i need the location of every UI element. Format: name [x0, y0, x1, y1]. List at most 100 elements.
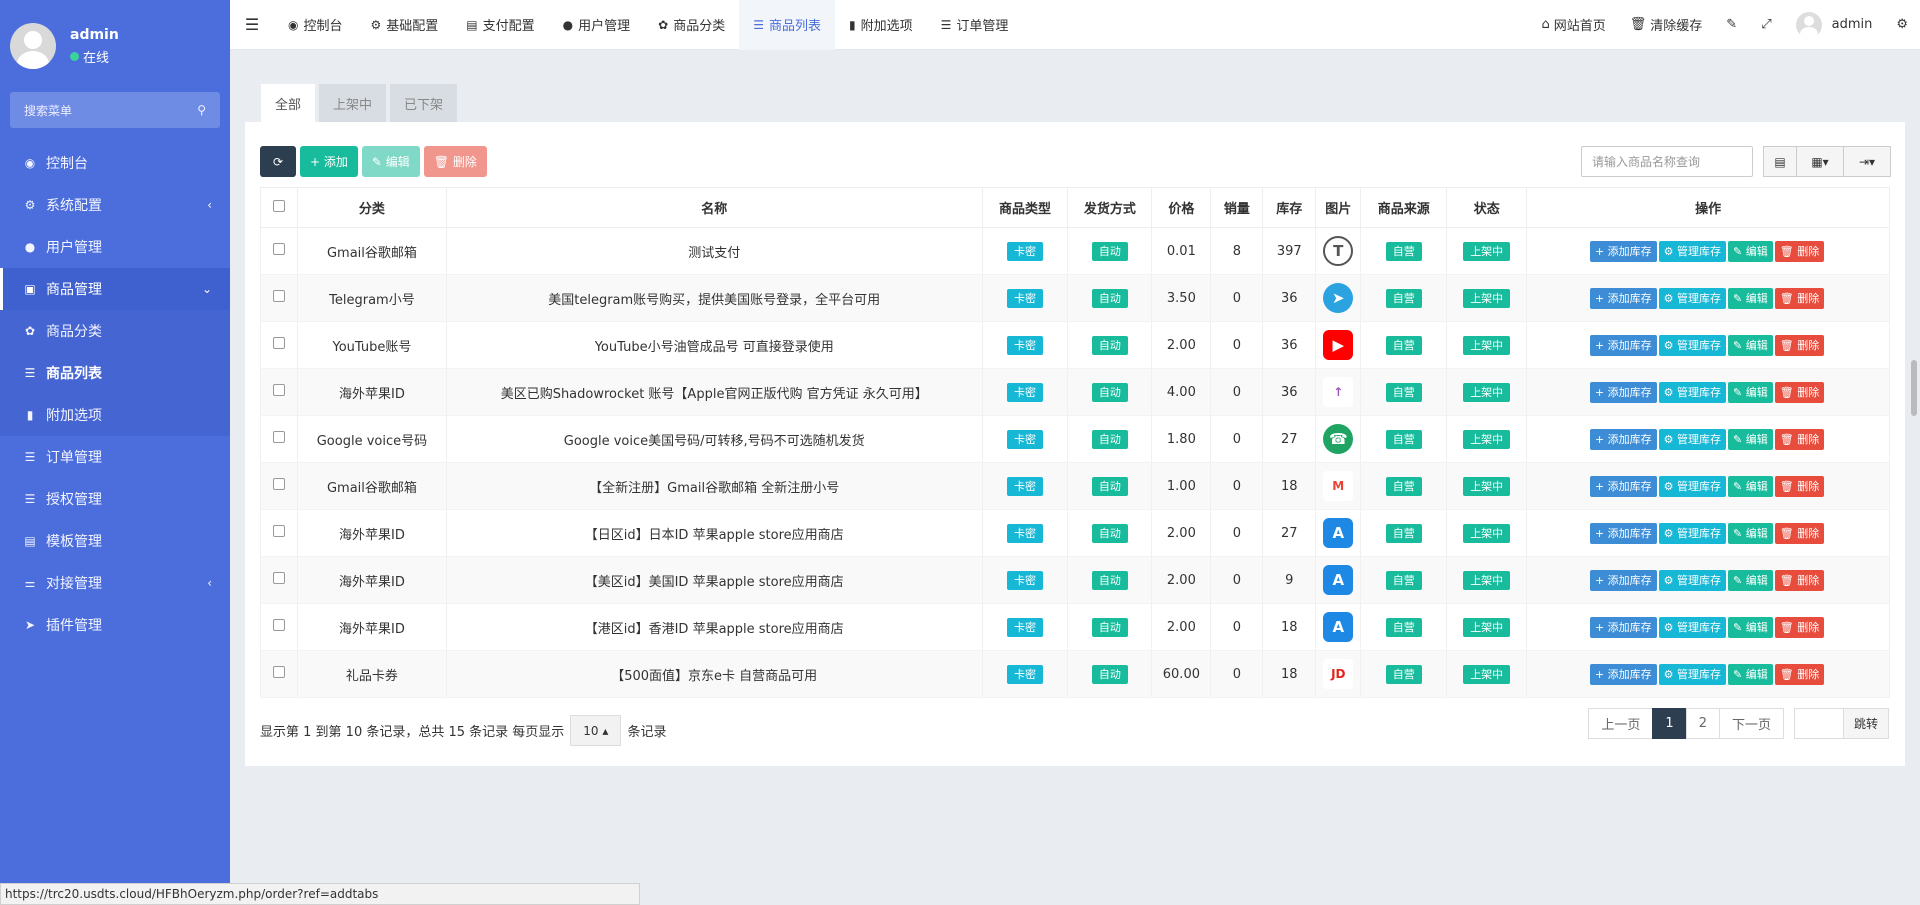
header-delivery[interactable]: 发货方式: [1067, 187, 1153, 228]
youtube-icon[interactable]: ▶: [1323, 330, 1354, 360]
delete-row-button[interactable]: 🗑 删除: [1774, 287, 1825, 309]
delete-button[interactable]: 🗑 删除: [423, 146, 487, 177]
status-badge[interactable]: 上架中: [1463, 664, 1511, 684]
delete-row-button[interactable]: 🗑 删除: [1774, 616, 1825, 638]
filter-tab-off-sale[interactable]: 已下架: [390, 84, 458, 122]
header-type[interactable]: 商品类型: [981, 187, 1069, 228]
status-badge[interactable]: 上架中: [1463, 429, 1511, 449]
row-checkbox[interactable]: [272, 525, 285, 537]
row-checkbox[interactable]: [272, 431, 285, 443]
menu-toggle-icon[interactable]: ☰: [230, 15, 274, 34]
prev-page-button[interactable]: 上一页: [1588, 708, 1654, 739]
page-jump-button[interactable]: 跳转: [1842, 708, 1889, 739]
clear-cache-button[interactable]: 🗑 清除缓存: [1618, 0, 1715, 50]
add-stock-button[interactable]: + 添加库存: [1589, 569, 1657, 591]
app-store-icon[interactable]: A: [1323, 565, 1354, 595]
delete-row-button[interactable]: 🗑 删除: [1774, 663, 1825, 685]
manage-stock-button[interactable]: ⚙ 管理库存: [1658, 381, 1727, 403]
manage-stock-button[interactable]: ⚙ 管理库存: [1658, 334, 1727, 356]
sidebar-item-goods-list[interactable]: ☰ 商品列表: [0, 352, 230, 394]
manage-stock-button[interactable]: ⚙ 管理库存: [1658, 428, 1727, 450]
delete-row-button[interactable]: 🗑 删除: [1774, 240, 1825, 262]
tab-orders[interactable]: ☰ 订单管理: [927, 0, 1023, 50]
filter-tab-all[interactable]: 全部: [261, 84, 316, 122]
export-icon[interactable]: ⇥▾: [1843, 146, 1891, 177]
row-checkbox[interactable]: [272, 666, 285, 678]
row-checkbox[interactable]: [272, 290, 285, 302]
menu-search[interactable]: 搜索菜单 ⚲: [10, 92, 220, 128]
manage-stock-button[interactable]: ⚙ 管理库存: [1658, 569, 1727, 591]
delete-row-button[interactable]: 🗑 删除: [1774, 569, 1825, 591]
scrollbar-thumb[interactable]: [1911, 360, 1917, 416]
add-button[interactable]: + 添加: [300, 146, 358, 177]
edit-row-button[interactable]: ✎ 编辑: [1728, 287, 1773, 309]
status-badge[interactable]: 上架中: [1463, 617, 1511, 637]
tab-dashboard[interactable]: ◉ 控制台: [274, 0, 357, 50]
telegram-icon[interactable]: ➤: [1323, 283, 1354, 313]
fullscreen-icon[interactable]: ⤢: [1749, 0, 1783, 50]
sidebar-item-auth[interactable]: ☰ 授权管理: [0, 478, 230, 520]
sidebar-item-plugins[interactable]: ➤ 插件管理: [0, 604, 230, 646]
status-badge[interactable]: 上架中: [1463, 335, 1511, 355]
gmail-icon[interactable]: M: [1323, 471, 1354, 501]
tab-goods-category[interactable]: ✿ 商品分类: [644, 0, 739, 50]
add-stock-button[interactable]: + 添加库存: [1589, 616, 1657, 638]
status-badge[interactable]: 上架中: [1463, 288, 1511, 308]
list-view-icon[interactable]: ▤: [1763, 146, 1797, 177]
manage-stock-button[interactable]: ⚙ 管理库存: [1658, 663, 1727, 685]
page-1-button[interactable]: 1: [1652, 708, 1687, 739]
refresh-button[interactable]: ⟳: [260, 146, 296, 177]
tether-icon[interactable]: T: [1323, 236, 1354, 266]
edit-button[interactable]: ✎ 编辑: [361, 146, 420, 177]
app-store-icon[interactable]: A: [1323, 518, 1354, 548]
site-home-link[interactable]: ⌂ 网站首页: [1529, 0, 1617, 50]
row-checkbox[interactable]: [272, 337, 285, 349]
status-badge[interactable]: 上架中: [1463, 476, 1511, 496]
delete-row-button[interactable]: 🗑 删除: [1774, 428, 1825, 450]
row-checkbox[interactable]: [272, 572, 285, 584]
language-icon[interactable]: ✎: [1714, 0, 1749, 50]
sidebar-item-goods-category[interactable]: ✿ 商品分类: [0, 310, 230, 352]
sidebar-item-dashboard[interactable]: ◉ 控制台: [0, 142, 230, 184]
rocket-icon[interactable]: ↑: [1323, 377, 1354, 407]
phone-icon[interactable]: ☎: [1323, 424, 1354, 454]
header-category[interactable]: 分类: [296, 187, 447, 228]
row-checkbox[interactable]: [272, 619, 285, 631]
edit-row-button[interactable]: ✎ 编辑: [1728, 616, 1773, 638]
filter-tab-on-sale[interactable]: 上架中: [319, 84, 387, 122]
manage-stock-button[interactable]: ⚙ 管理库存: [1658, 522, 1727, 544]
delete-row-button[interactable]: 🗑 删除: [1774, 522, 1825, 544]
page-2-button[interactable]: 2: [1685, 708, 1720, 739]
status-badge[interactable]: 上架中: [1463, 570, 1511, 590]
sidebar-item-addons[interactable]: ▮ 附加选项: [0, 394, 230, 436]
add-stock-button[interactable]: + 添加库存: [1589, 663, 1657, 685]
edit-row-button[interactable]: ✎ 编辑: [1728, 428, 1773, 450]
header-price[interactable]: 价格: [1151, 187, 1212, 228]
select-all-checkbox[interactable]: [272, 199, 285, 212]
tab-addons[interactable]: ▮ 附加选项: [835, 0, 927, 50]
add-stock-button[interactable]: + 添加库存: [1589, 522, 1657, 544]
per-page-select[interactable]: 10 ▴: [570, 715, 622, 746]
add-stock-button[interactable]: + 添加库存: [1589, 428, 1657, 450]
header-status[interactable]: 状态: [1446, 187, 1528, 228]
manage-stock-button[interactable]: ⚙ 管理库存: [1658, 475, 1727, 497]
edit-row-button[interactable]: ✎ 编辑: [1728, 522, 1773, 544]
sidebar-item-templates[interactable]: ▤ 模板管理: [0, 520, 230, 562]
next-page-button[interactable]: 下一页: [1718, 708, 1784, 739]
tab-users[interactable]: ● 用户管理: [549, 0, 645, 50]
tab-goods-list[interactable]: ☰ 商品列表: [739, 0, 835, 50]
menu-search-input[interactable]: 搜索菜单: [24, 102, 72, 119]
delete-row-button[interactable]: 🗑 删除: [1774, 334, 1825, 356]
search-icon[interactable]: ⚲: [197, 103, 206, 117]
sidebar-item-system-config[interactable]: ⚙ 系统配置 ‹: [0, 184, 230, 226]
manage-stock-button[interactable]: ⚙ 管理库存: [1658, 287, 1727, 309]
user-menu[interactable]: admin: [1784, 0, 1885, 50]
header-name[interactable]: 名称: [445, 187, 983, 228]
row-checkbox[interactable]: [272, 478, 285, 490]
row-checkbox[interactable]: [272, 384, 285, 396]
add-stock-button[interactable]: + 添加库存: [1589, 287, 1657, 309]
goods-search-input[interactable]: 请输入商品名称查询: [1581, 146, 1753, 177]
tab-payment-config[interactable]: ▤ 支付配置: [452, 0, 548, 50]
edit-row-button[interactable]: ✎ 编辑: [1728, 475, 1773, 497]
edit-row-button[interactable]: ✎ 编辑: [1728, 240, 1773, 262]
